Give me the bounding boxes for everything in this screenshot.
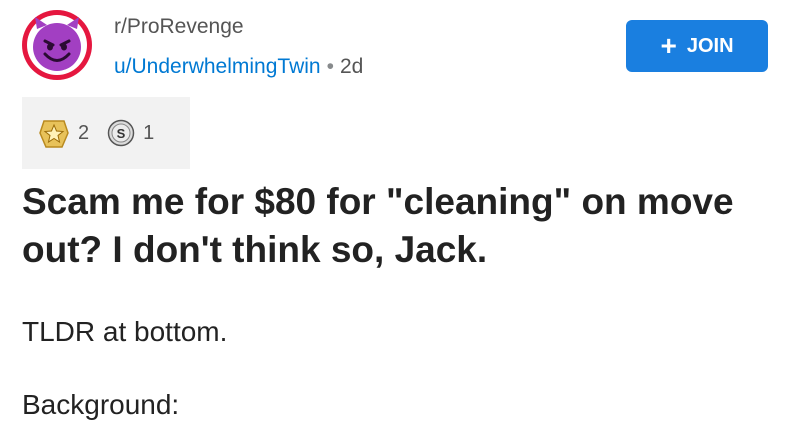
post-age: 2d — [339, 55, 364, 78]
star-award-icon — [39, 120, 69, 148]
award-star-count: 2 — [78, 121, 90, 144]
post-meta: r/ProRevenge u/UnderwhelmingTwin • 2d — [114, 14, 363, 80]
award-silver-count: 1 — [143, 121, 155, 144]
join-button[interactable]: + JOIN — [626, 20, 768, 72]
author-username[interactable]: u/UnderwhelmingTwin — [114, 55, 321, 78]
smiling-devil-icon — [27, 15, 87, 75]
award-star[interactable]: 2 — [38, 117, 89, 149]
plus-icon: + — [660, 30, 677, 61]
subreddit-avatar[interactable] — [22, 10, 92, 80]
separator-dot: • — [326, 55, 334, 78]
post-body-paragraph: Background: — [22, 389, 180, 420]
author-line: u/UnderwhelmingTwin • 2d — [114, 54, 363, 80]
svg-text:S: S — [117, 126, 126, 141]
post-header: r/ProRevenge u/UnderwhelmingTwin • 2d + JO… — [22, 10, 778, 80]
awards-bar[interactable]: 2 S 1 — [22, 97, 190, 169]
award-silver[interactable]: S 1 — [107, 119, 154, 147]
post-title[interactable]: Scam me for $80 for "cleaning" on move o… — [22, 178, 762, 274]
silver-award-icon: S — [107, 119, 135, 147]
post-body-paragraph: TLDR at bottom. — [22, 316, 228, 347]
join-button-label: JOIN — [686, 34, 734, 57]
subreddit-name[interactable]: r/ProRevenge — [114, 14, 363, 40]
